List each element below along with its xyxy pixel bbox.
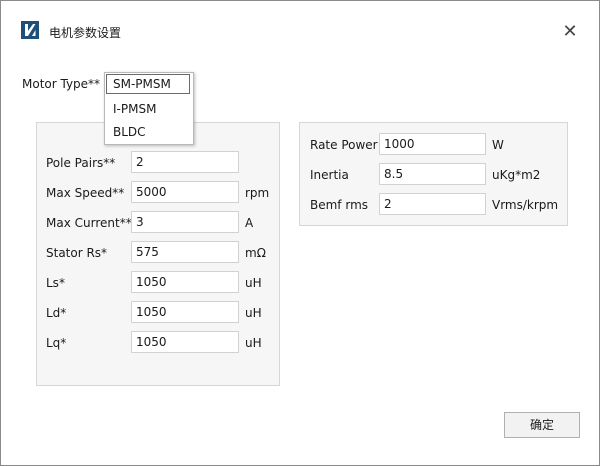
ok-button[interactable]: 确定: [504, 412, 580, 438]
motor-type-option-selected[interactable]: SM-PMSM: [106, 74, 190, 94]
inertia-label: Inertia: [310, 168, 349, 182]
rate-power-unit: W: [492, 138, 504, 152]
max-current-unit: A: [245, 216, 254, 230]
motor-type-option-ipmsm[interactable]: I-PMSM: [113, 102, 156, 116]
lq-label: Lq*: [46, 336, 67, 350]
close-icon[interactable]: ✕: [557, 19, 583, 45]
inertia-unit: uKg*m2: [492, 168, 541, 182]
pole-pairs-label: Pole Pairs**: [46, 156, 116, 170]
stator-rs-input[interactable]: 575: [131, 241, 239, 263]
rate-power-label: Rate Power: [310, 138, 378, 152]
inertia-input[interactable]: 8.5: [379, 163, 486, 185]
ls-label: Ls*: [46, 276, 65, 290]
motor-type-label: Motor Type**: [22, 77, 101, 91]
bemf-rms-unit: Vrms/krpm: [492, 198, 559, 212]
bemf-rms-label: Bemf rms: [310, 198, 369, 212]
pole-pairs-input[interactable]: 2: [131, 151, 239, 173]
max-speed-unit: rpm: [245, 186, 270, 200]
stator-rs-label: Stator Rs*: [46, 246, 108, 260]
motor-params-dialog: 电机参数设置 ✕ Pole Pairs** 2 Max Speed** 5000…: [0, 0, 600, 466]
motor-type-option-bldc[interactable]: BLDC: [113, 125, 146, 139]
title-bar: 电机参数设置 ✕: [1, 1, 599, 42]
ls-unit: uH: [245, 276, 262, 290]
max-current-input[interactable]: 3: [131, 211, 239, 233]
stator-rs-unit: mΩ: [245, 246, 266, 260]
ld-unit: uH: [245, 306, 262, 320]
app-logo-icon: [21, 21, 39, 39]
max-speed-label: Max Speed**: [46, 186, 125, 200]
bemf-rms-input[interactable]: 2: [379, 193, 486, 215]
lq-input[interactable]: 1050: [131, 331, 239, 353]
rate-power-input[interactable]: 1000: [379, 133, 486, 155]
motor-type-dropdown-list: SM-PMSM I-PMSM BLDC: [104, 72, 194, 145]
max-speed-input[interactable]: 5000: [131, 181, 239, 203]
ls-input[interactable]: 1050: [131, 271, 239, 293]
lq-unit: uH: [245, 336, 262, 350]
ld-label: Ld*: [46, 306, 67, 320]
max-current-label: Max Current**: [46, 216, 132, 230]
ld-input[interactable]: 1050: [131, 301, 239, 323]
window-title: 电机参数设置: [49, 26, 122, 40]
